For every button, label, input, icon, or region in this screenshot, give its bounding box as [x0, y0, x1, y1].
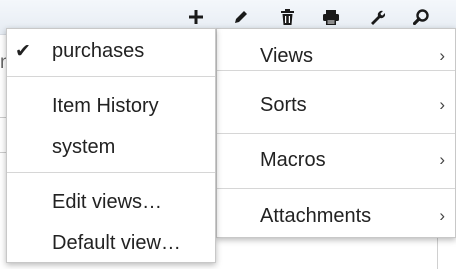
- chevron-right-icon: ›: [439, 95, 445, 114]
- search-icon[interactable]: [410, 6, 432, 28]
- pencil-icon[interactable]: [230, 6, 252, 28]
- trash-icon[interactable]: [276, 6, 298, 28]
- view-item-label: Item History: [52, 94, 159, 117]
- view-item-item-history[interactable]: Item History: [7, 87, 215, 125]
- view-item-system[interactable]: system: [7, 128, 215, 166]
- chevron-right-icon: ›: [439, 46, 445, 65]
- view-item-purchases[interactable]: ✔ purchases: [7, 32, 215, 70]
- views-menu: ✔ purchases Item History system Edit vie…: [6, 28, 216, 263]
- menu-item-label: Sorts: [260, 93, 307, 116]
- menu-item-label: Attachments: [260, 204, 372, 227]
- menu-item-views[interactable]: Views ›: [217, 29, 455, 83]
- view-item-label: purchases: [52, 39, 145, 62]
- menu-item-macros[interactable]: Macros ›: [217, 133, 455, 187]
- wrench-icon[interactable]: [366, 6, 388, 28]
- menu-divider: [217, 70, 455, 71]
- default-view-item[interactable]: Default view…: [7, 224, 215, 262]
- plus-icon[interactable]: [185, 6, 207, 28]
- menu-item-label: Macros: [260, 148, 326, 171]
- edit-views-item[interactable]: Edit views…: [7, 183, 215, 221]
- menu-item-attachments[interactable]: Attachments ›: [217, 189, 455, 243]
- view-item-label: Edit views…: [52, 190, 163, 213]
- view-item-label: Default view…: [52, 231, 181, 254]
- print-icon[interactable]: [320, 6, 342, 28]
- menu-item-label: Views: [260, 44, 313, 67]
- view-item-label: system: [52, 135, 116, 158]
- menu-item-sorts[interactable]: Sorts ›: [217, 78, 455, 132]
- checkmark-icon: ✔: [15, 40, 31, 62]
- menu-divider: [7, 76, 215, 77]
- context-menu: Views › Sorts › Macros › Attachments ›: [216, 28, 456, 238]
- menu-divider: [7, 172, 215, 173]
- chevron-right-icon: ›: [439, 150, 445, 169]
- chevron-right-icon: ›: [439, 206, 445, 225]
